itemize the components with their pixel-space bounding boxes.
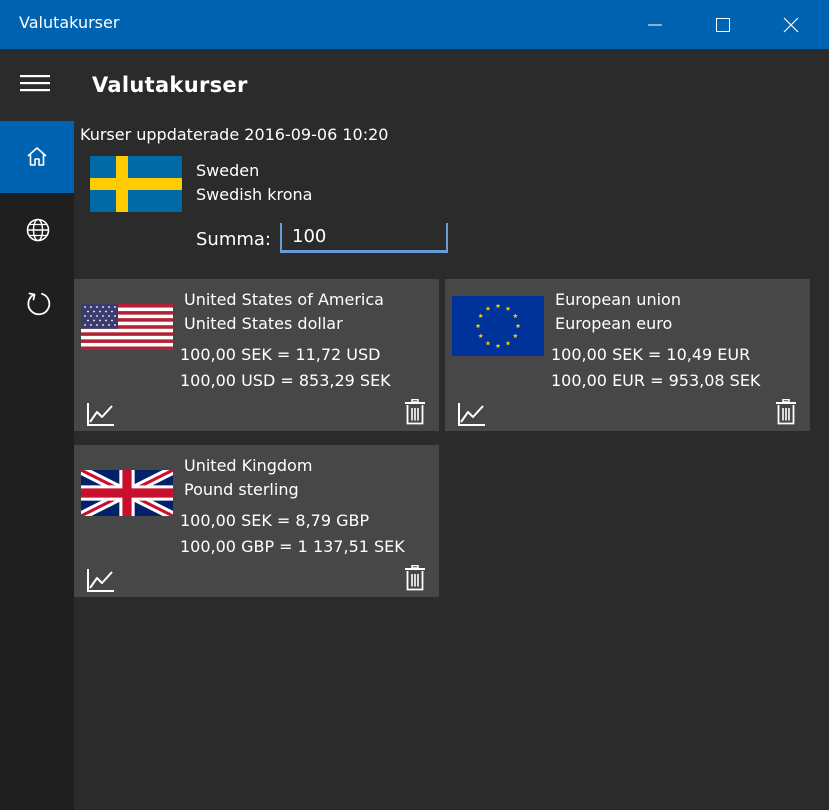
base-currency-name: Swedish krona bbox=[196, 185, 313, 204]
chart-button[interactable] bbox=[86, 567, 116, 593]
hamburger-menu-button[interactable] bbox=[18, 71, 58, 103]
title-bar: Valutakurser bbox=[0, 0, 829, 49]
line-chart-icon bbox=[87, 403, 114, 426]
globe-icon bbox=[26, 218, 50, 242]
app-title: Valutakurser bbox=[92, 73, 248, 97]
usa-flag-icon bbox=[81, 304, 173, 350]
nav-pane bbox=[0, 121, 74, 810]
line-chart-icon bbox=[458, 403, 485, 426]
card-country-name: United States of America bbox=[184, 290, 384, 309]
chart-button[interactable] bbox=[457, 401, 487, 427]
refresh-icon bbox=[27, 292, 51, 316]
delete-button[interactable] bbox=[404, 564, 428, 593]
app-header: Valutakurser bbox=[0, 49, 829, 121]
currency-card-gbp: United Kingdom Pound sterling 100,00 SEK… bbox=[74, 445, 439, 597]
main-content: Kurser uppdaterade 2016-09-06 10:20 Swed… bbox=[74, 121, 829, 810]
hamburger-icon bbox=[20, 75, 50, 92]
chart-button[interactable] bbox=[86, 401, 116, 427]
sweden-flag-icon bbox=[90, 156, 182, 212]
base-country-name: Sweden bbox=[196, 161, 260, 180]
minimize-icon bbox=[648, 24, 662, 26]
trash-icon bbox=[776, 398, 796, 425]
nav-item-world[interactable] bbox=[0, 193, 74, 265]
uk-flag-icon bbox=[81, 470, 173, 516]
card-currency-name: United States dollar bbox=[184, 314, 343, 333]
eu-flag-icon bbox=[452, 296, 544, 356]
card-rate-reverse: 100,00 USD = 853,29 SEK bbox=[180, 371, 391, 390]
delete-button[interactable] bbox=[775, 398, 799, 427]
trash-icon bbox=[405, 564, 425, 591]
card-currency-name: European euro bbox=[555, 314, 673, 333]
close-icon bbox=[783, 17, 799, 33]
card-rate-reverse: 100,00 EUR = 953,08 SEK bbox=[551, 371, 761, 390]
nav-item-refresh[interactable] bbox=[0, 265, 74, 337]
amount-label: Summa: bbox=[196, 229, 271, 250]
home-icon bbox=[27, 147, 47, 166]
card-country-name: United Kingdom bbox=[184, 456, 313, 475]
nav-item-home[interactable] bbox=[0, 121, 74, 193]
card-rate-reverse: 100,00 GBP = 1 137,51 SEK bbox=[180, 537, 405, 556]
amount-input[interactable] bbox=[280, 223, 448, 253]
card-currency-name: Pound sterling bbox=[184, 480, 299, 499]
last-updated-text: Kurser uppdaterade 2016-09-06 10:20 bbox=[80, 125, 389, 144]
delete-button[interactable] bbox=[404, 398, 428, 427]
trash-icon bbox=[405, 398, 425, 425]
card-country-name: European union bbox=[555, 290, 681, 309]
app-window: Valutakurser Valutakurser Kurser uppdate… bbox=[0, 0, 829, 810]
currency-card-usd: United States of America United States d… bbox=[74, 279, 439, 431]
card-rate-forward: 100,00 SEK = 10,49 EUR bbox=[551, 345, 751, 364]
close-button[interactable] bbox=[757, 0, 825, 49]
minimize-button[interactable] bbox=[621, 0, 689, 49]
maximize-icon bbox=[716, 18, 730, 32]
window-title: Valutakurser bbox=[19, 13, 120, 32]
maximize-button[interactable] bbox=[689, 0, 757, 49]
currency-card-eur: European union European euro 100,00 SEK … bbox=[445, 279, 810, 431]
card-rate-forward: 100,00 SEK = 8,79 GBP bbox=[180, 511, 370, 530]
line-chart-icon bbox=[87, 569, 114, 592]
card-rate-forward: 100,00 SEK = 11,72 USD bbox=[180, 345, 381, 364]
